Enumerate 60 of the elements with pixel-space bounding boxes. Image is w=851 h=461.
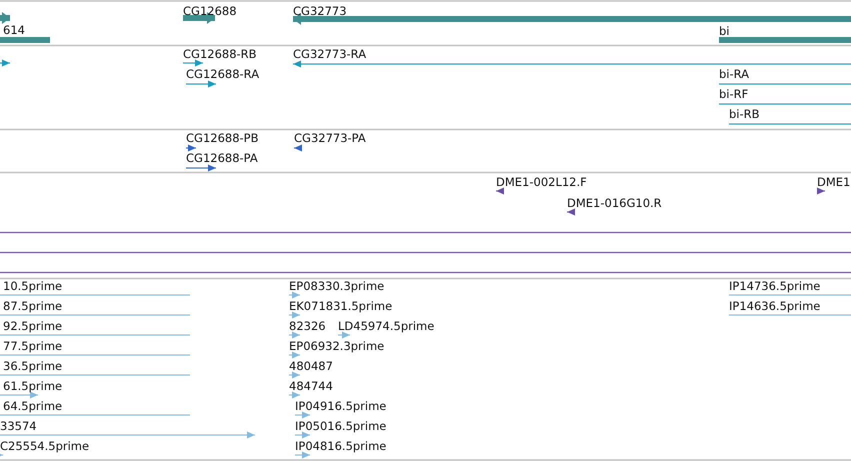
feature-label: DME1-016G10.R (567, 196, 662, 210)
protein-glyph[interactable] (294, 144, 302, 152)
est-glyph[interactable] (338, 332, 350, 338)
clone-glyph[interactable] (817, 188, 825, 194)
clone-glyph[interactable] (567, 208, 575, 216)
feature-label: 10.5prime (3, 279, 62, 293)
feature-label: bi-RA (719, 67, 750, 81)
feature-label: EK071831.5prime (289, 299, 392, 313)
feature-label: CG12688-PB (186, 131, 258, 145)
feature-label: LD45974.5prime (338, 319, 434, 333)
feature-label: DME1 (817, 175, 850, 189)
est-glyph[interactable] (0, 432, 255, 438)
est-glyph[interactable] (289, 352, 300, 358)
feature-label: 484744 (289, 379, 333, 393)
feature-label: 87.5prime (3, 299, 62, 313)
feature-label: IP04916.5prime (295, 399, 386, 413)
feature-label: CG32773-PA (294, 131, 366, 145)
feature-label: bi (719, 24, 730, 38)
feature-label: 36.5prime (3, 359, 62, 373)
feature-label: EP06932.3prime (289, 339, 384, 353)
feature-label: IP05016.5prime (295, 419, 386, 433)
feature-label: 77.5prime (3, 339, 62, 353)
est-glyph[interactable] (0, 452, 3, 458)
feature-label: DME1-002L12.F (496, 175, 587, 189)
est-glyph[interactable] (0, 392, 38, 398)
feature-label: IP14736.5prime (729, 279, 820, 293)
transcript-glyph[interactable] (0, 60, 10, 66)
est-glyph[interactable] (289, 372, 300, 378)
feature-label: 61.5prime (3, 379, 62, 393)
est-glyph[interactable] (289, 312, 300, 318)
feature-label: 480487 (289, 359, 333, 373)
est-glyph[interactable] (295, 432, 310, 438)
transcript-glyph[interactable] (183, 60, 203, 66)
feature-label: CG12688-PA (186, 151, 258, 165)
feature-label: CG12688-RA (186, 67, 260, 81)
feature-label: 33574 (0, 419, 37, 433)
est-glyph[interactable] (295, 452, 310, 458)
est-glyph[interactable] (289, 392, 300, 398)
transcript-glyph[interactable] (293, 60, 851, 68)
est-glyph[interactable] (295, 412, 310, 418)
feature-label: CG32773-RA (293, 47, 366, 61)
feature-label: IP14636.5prime (729, 299, 820, 313)
feature-label: CG32773 (293, 4, 347, 18)
feature-label: CG12688-RB (183, 47, 257, 61)
feature-label: CG12688 (183, 4, 237, 18)
feature-label: bi-RB (729, 107, 760, 121)
feature-label: 64.5prime (3, 399, 62, 413)
protein-glyph[interactable] (186, 144, 196, 152)
transcript-glyph[interactable] (186, 80, 216, 88)
est-glyph[interactable] (289, 292, 300, 298)
feature-label: 92.5prime (3, 319, 62, 333)
clone-glyph[interactable] (496, 188, 504, 194)
est-glyph[interactable] (289, 332, 300, 338)
feature-label: 614 (3, 23, 25, 37)
feature-label: 82326 (289, 319, 326, 333)
feature-label: IP04816.5prime (295, 439, 386, 453)
protein-glyph[interactable] (186, 164, 216, 172)
feature-label: EP08330.3prime (289, 279, 384, 293)
feature-label: bi-RF (719, 87, 748, 101)
feature-label: C25554.5prime (0, 439, 90, 453)
